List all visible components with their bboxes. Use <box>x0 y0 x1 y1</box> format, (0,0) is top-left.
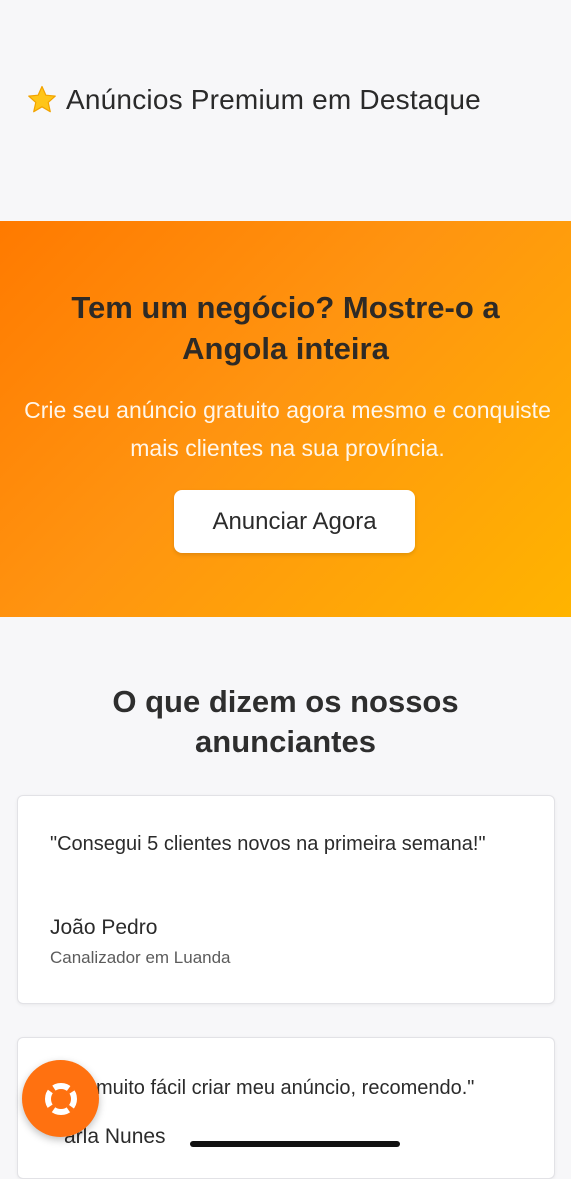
testimonial-quote: muito fácil criar meu anúncio, recomendo… <box>96 1077 475 1099</box>
promo-banner: Tem um negócio? Mostre-o a Angola inteir… <box>0 221 571 617</box>
promo-headline: Tem um negócio? Mostre-o a Angola inteir… <box>71 290 500 366</box>
promo-subtext: Crie seu anúncio gratuito agora mesmo e … <box>24 397 551 461</box>
premium-listings-title: Anúncios Premium em Destaque <box>66 84 481 115</box>
testimonial-role: Canalizador em Luanda <box>50 948 231 967</box>
home-indicator <box>190 1141 400 1147</box>
testimonial-card: "Consegui 5 clientes novos na primeira s… <box>17 795 555 1004</box>
lifebuoy-icon <box>44 1082 77 1115</box>
testimonial-author: João Pedro <box>50 916 158 939</box>
testimonials-title: O que dizem os nossos anunciantes <box>112 684 459 759</box>
help-button[interactable] <box>22 1060 99 1137</box>
premium-listings-heading: Anúncios Premium em Destaque <box>26 84 481 116</box>
star-icon <box>28 85 56 113</box>
advertise-now-button[interactable]: Anunciar Agora <box>174 490 415 553</box>
testimonial-quote: "Consegui 5 clientes novos na primeira s… <box>50 833 486 855</box>
